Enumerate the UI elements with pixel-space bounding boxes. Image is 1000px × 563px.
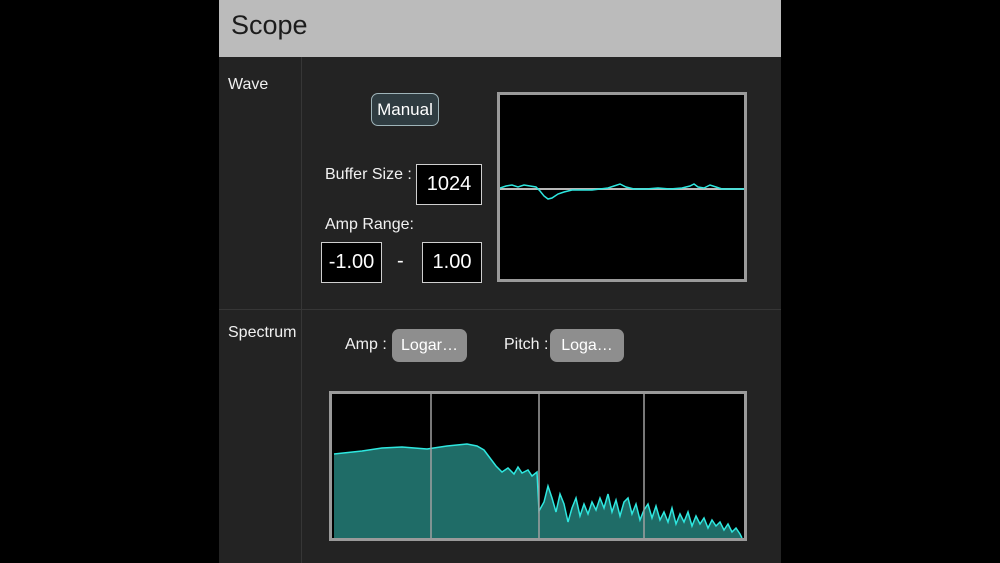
amp-range-max-field[interactable]: 1.00 xyxy=(422,242,482,283)
amp-scale-label: Amp : xyxy=(345,336,387,353)
amp-scale-dropdown[interactable]: Logar… xyxy=(392,329,467,362)
amp-range-label: Amp Range: xyxy=(325,216,414,233)
pitch-scale-dropdown[interactable]: Loga… xyxy=(550,329,624,362)
amp-range-min-field[interactable]: -1.00 xyxy=(321,242,382,283)
waveform-trace xyxy=(500,183,744,200)
wave-section-label: Wave xyxy=(228,76,269,93)
manual-button[interactable]: Manual xyxy=(371,93,439,126)
spectrum-display xyxy=(329,391,747,541)
section-divider xyxy=(219,309,781,310)
title-bar: Scope xyxy=(219,0,781,57)
panel-title: Scope xyxy=(231,10,308,40)
buffer-size-field[interactable]: 1024 xyxy=(416,164,482,205)
pitch-scale-label: Pitch : xyxy=(504,336,549,353)
amp-range-separator: - xyxy=(397,250,404,272)
label-column-divider xyxy=(301,57,302,563)
spectrum-section-label: Spectrum xyxy=(228,324,297,341)
buffer-size-label: Buffer Size : xyxy=(325,166,412,183)
waveform-display xyxy=(497,92,747,282)
waveform-svg xyxy=(500,183,744,200)
spectrum-svg xyxy=(333,394,743,538)
scope-panel: Scope Wave Manual Buffer Size : 1024 Amp… xyxy=(219,0,781,563)
